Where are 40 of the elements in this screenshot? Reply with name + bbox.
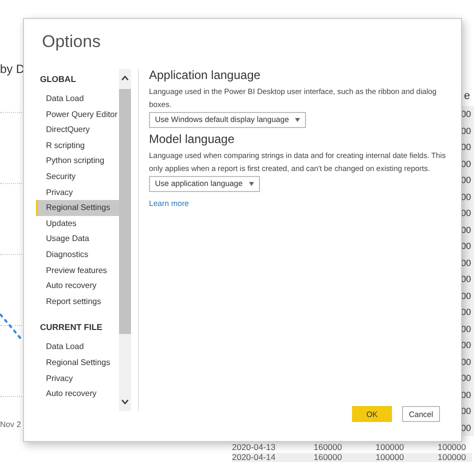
section-heading: GLOBAL [40,73,76,86]
sidebar-item[interactable]: Data Load [36,91,119,107]
setting-heading: Application language [149,68,260,82]
chevron-down-icon[interactable] [121,399,129,405]
scrollbar-thumb[interactable] [119,89,131,334]
sidebar-item[interactable]: Regional Settings [36,200,119,216]
sidebar-item[interactable]: Security [36,168,119,185]
sidebar-item[interactable]: R scripting [36,138,119,154]
sidebar-item[interactable]: Auto recovery [36,386,119,402]
sidebar-item[interactable]: Updates [36,216,119,232]
sidebar-item[interactable]: Python scripting [36,153,119,169]
sidebar-item[interactable]: Power Query Editor [36,106,119,122]
chart-line [0,312,22,342]
table-cell-text: 160000 [312,452,342,462]
sidebar-item[interactable]: Diagnostics [36,246,119,263]
section-heading: CURRENT FILE [40,321,102,334]
setting-heading: Model language [149,132,234,146]
table-cell-text: 2020-04-14 [232,452,276,462]
sidebar-item[interactable]: Auto recovery [36,278,119,294]
caret-icon [248,182,254,186]
sidebar-item[interactable]: Privacy [36,184,119,200]
chevron-up-icon[interactable] [121,75,129,81]
scrollbar[interactable] [119,69,131,411]
sidebar-item[interactable]: Privacy [36,370,119,386]
sidebar-item[interactable]: Data Load [36,339,119,355]
table-cell-text: 160000 [312,443,342,452]
axis-label: Nov 2 [0,420,21,429]
sidebar-item[interactable]: Usage Data [36,231,119,247]
table-cell-text: 100000 [436,443,466,452]
table-cell-text: 2020-04-13 [232,443,276,452]
caret-icon [294,118,300,122]
column-header: e [463,90,472,104]
sidebar-item[interactable]: Regional Settings [36,354,119,370]
sidebar-item[interactable]: DirectQuery [36,122,119,138]
table-cell-text: 100000 [436,452,466,462]
table-cell-text: 100000 [374,443,404,452]
sidebar-item[interactable]: Report settings [36,294,119,310]
table-cell-text: 100000 [374,452,404,462]
dialog-title: Options [42,32,101,52]
sidebar-item[interactable]: Preview features [36,262,119,278]
